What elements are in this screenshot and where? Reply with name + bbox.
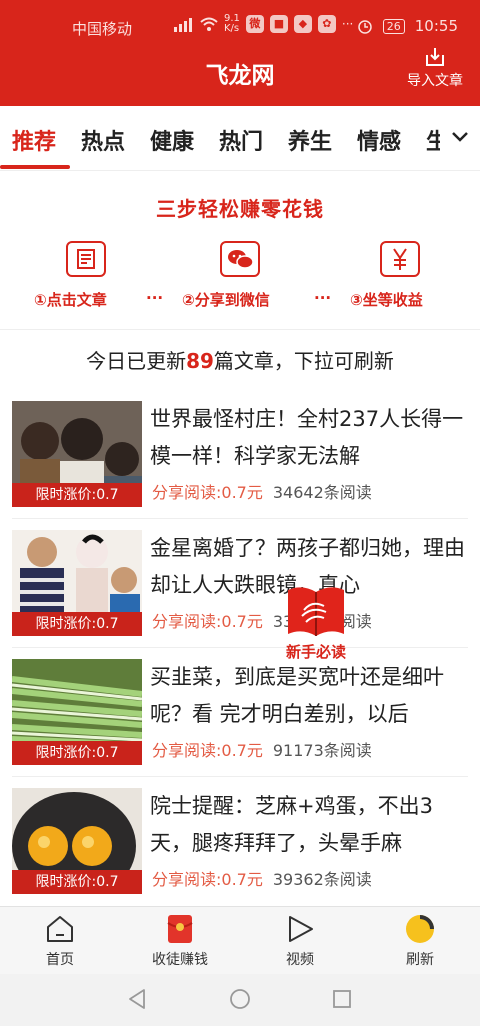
tab-emotion[interactable]: 情感 [357,124,401,156]
tab-health[interactable]: 健康 [150,124,194,156]
step-3-label: ③坐等收益 [350,291,423,309]
active-tab-indicator [0,165,70,169]
tab-recommend[interactable]: 推荐 [12,124,56,156]
bottom-navigation: 首页 收徒赚钱 视频 刷新 [0,906,480,974]
wechat-icon [220,241,260,277]
step-2-label: ②分享到微信 [182,291,270,309]
category-tabs: 推荐 热点 健康 热门 养生 情感 生 [0,106,480,170]
home-icon [47,916,73,942]
price-tag: 限时涨价:0.7 [12,741,142,765]
battery-indicator: 26 [382,18,405,34]
article-title[interactable]: 院士提醒：芝麻+鸡蛋，不出3天，腿疼拜拜了，头晕手麻 [150,788,468,862]
share-reward: 分享阅读:0.7元 [152,483,263,502]
tab-popular[interactable]: 热门 [219,124,263,156]
news-item[interactable]: 限时涨价:0.7 院士提醒：芝麻+鸡蛋，不出3天，腿疼拜拜了，头晕手麻 分享阅读… [12,788,468,906]
promo-title: 三步轻松赚零花钱 [156,197,324,221]
play-icon [289,916,313,942]
refresh-icon [406,915,434,943]
clock: 10:55 [414,17,458,35]
share-reward: 分享阅读:0.7元 [152,741,263,760]
beginner-guide-label: 新手必读 [285,643,346,661]
article-title[interactable]: 世界最怪村庄！全村237人长得一模一样！科学家无法解 [150,401,468,475]
import-icon [426,48,444,66]
news-item[interactable]: 限时涨价:0.7 买韭菜，到底是买宽叶还是细叶呢？看 完才明白差别，以后 分享阅… [12,659,468,777]
book-icon [288,587,344,636]
article-thumbnail: 限时涨价:0.7 [12,788,142,894]
step-separator: ··· [314,289,332,307]
wifi-icon [200,17,218,31]
article-icon [66,241,106,277]
signal-icon [174,18,192,32]
system-navigation-bar [0,974,480,1026]
status-icons: 9.1 K/s 微 ■ ◆ ✿ ··· [172,14,353,34]
shop-notify-icon: ✿ [317,15,336,33]
app-header: 中国移动 9.1 K/s 微 ■ ◆ ✿ ··· 26 10:55 飞龙网 导入… [0,0,480,106]
price-tag: 限时涨价:0.7 [12,612,142,636]
import-article-button[interactable]: 导入文章 [402,46,468,90]
read-count: 34642条阅读 [272,483,372,502]
nav-recruit[interactable]: 收徒赚钱 [140,913,220,969]
carrier-name: 中国移动 [72,20,133,38]
article-meta: 分享阅读:0.7元 91173条阅读 [152,737,372,761]
update-count: 89 [186,349,214,373]
nav-refresh-label: 刷新 [406,952,434,968]
back-icon[interactable] [126,988,148,1010]
alarm-icon [358,20,372,34]
article-thumbnail: 限时涨价:0.7 [12,530,142,636]
article-title[interactable]: 买韭菜，到底是买宽叶还是细叶呢？看 完才明白差别，以后 [150,659,468,733]
recents-icon[interactable] [331,988,353,1010]
read-count: 91173条阅读 [272,741,372,760]
nav-home[interactable]: 首页 [20,913,100,969]
read-count: 39362条阅读 [272,870,372,889]
price-tag: 限时涨价:0.7 [12,870,142,894]
price-tag: 限时涨价:0.7 [12,483,142,507]
location-notify-icon: ◆ [293,15,312,33]
news-item[interactable]: 限时涨价:0.7 金星离婚了？两孩子都归她，理由却让人大跌眼镜，真心 分享阅读:… [12,530,468,648]
home-circle-icon[interactable] [229,988,251,1010]
tab-wellness[interactable]: 养生 [288,124,332,156]
chevron-down-icon [452,132,468,142]
article-meta: 分享阅读:0.7元 34642条阅读 [152,479,372,503]
nav-home-label: 首页 [46,952,74,968]
more-notify-icon: ··· [341,17,354,31]
earn-steps-banner[interactable]: 三步轻松赚零花钱 ①点击文章 ··· ②分享到微信 ··· ③坐等收益 [0,170,480,330]
step-1-label: ①点击文章 [34,291,107,309]
article-thumbnail: 限时涨价:0.7 [12,659,142,765]
news-item[interactable]: 限时涨价:0.7 世界最怪村庄！全村237人长得一模一样！科学家无法解 分享阅读… [12,401,468,519]
import-label: 导入文章 [407,73,463,89]
status-right: 26 10:55 [357,17,458,35]
share-reward: 分享阅读:0.7元 [152,870,263,889]
red-envelope-icon [167,915,193,943]
share-reward: 分享阅读:0.7元 [152,612,263,631]
wechat-notify-icon: 微 [245,15,264,33]
status-bar: 中国移动 9.1 K/s 微 ■ ◆ ✿ ··· 26 10:55 [0,0,480,52]
step-separator: ··· [146,289,164,307]
nav-video[interactable]: 视频 [260,913,340,969]
nav-refresh[interactable]: 刷新 [380,913,460,969]
notice-suffix: 篇文章，下拉可刷新 [213,349,394,373]
more-tabs-button[interactable] [440,106,480,170]
app-notify-icon: ■ [269,15,288,33]
beginner-guide-button[interactable]: 新手必读 [276,584,356,664]
net-speed: 9.1 K/s [224,13,240,34]
yen-icon [380,241,420,277]
tab-hot[interactable]: 热点 [81,124,125,156]
nav-video-label: 视频 [286,952,314,968]
article-meta: 分享阅读:0.7元 39362条阅读 [152,866,372,890]
notice-prefix: 今日已更新 [86,349,187,373]
nav-recruit-label: 收徒赚钱 [152,952,208,968]
article-thumbnail: 限时涨价:0.7 [12,401,142,507]
update-notice: 今日已更新89篇文章，下拉可刷新 [0,345,480,374]
